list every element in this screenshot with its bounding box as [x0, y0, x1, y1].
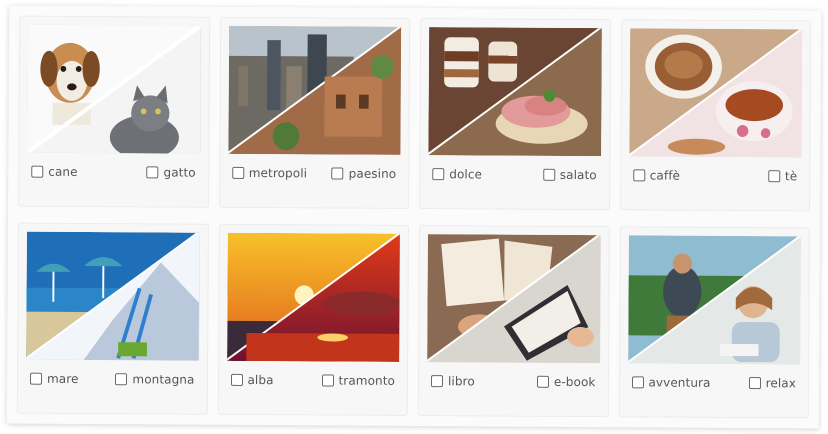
label-libro: libro	[447, 374, 475, 389]
checkbox-libro[interactable]	[430, 375, 444, 388]
option-avventura[interactable]: avventura	[631, 375, 711, 390]
option-mare[interactable]: mare	[29, 371, 79, 386]
checkbox-relax[interactable]	[748, 377, 761, 390]
option-ebook[interactable]: e-book	[536, 374, 596, 390]
label-tramonto: tramonto	[338, 373, 396, 388]
choice-card-avventura-relax: avventura relax	[618, 226, 810, 419]
option-libro[interactable]: libro	[430, 374, 475, 389]
checkbox-metropoli[interactable]	[231, 166, 244, 179]
label-avventura: avventura	[648, 375, 711, 390]
checkbox-montagna[interactable]	[115, 373, 128, 386]
choice-card-cane-gatto: cane gatto	[18, 15, 210, 208]
split-image-metropoli-paesino	[227, 25, 402, 155]
label-cane: cane	[48, 164, 78, 179]
checkbox-dolce[interactable]	[432, 168, 445, 181]
checkbox-te[interactable]	[767, 170, 780, 183]
split-image-libro-ebook	[427, 234, 601, 364]
option-gatto[interactable]: gatto	[146, 165, 196, 180]
option-alba[interactable]: alba	[230, 372, 274, 388]
checkbox-avventura[interactable]	[631, 376, 644, 389]
checkbox-ebook[interactable]	[536, 375, 549, 388]
checkbox-caffe[interactable]	[632, 169, 645, 182]
split-image-avventura-relax	[627, 235, 801, 365]
label-ebook: e-book	[553, 374, 596, 390]
label-alba: alba	[247, 372, 274, 388]
checkbox-paesino[interactable]	[331, 167, 344, 180]
label-caffe: caffè	[649, 168, 681, 183]
option-paesino[interactable]: paesino	[331, 166, 397, 181]
checkbox-tramonto[interactable]	[321, 374, 334, 387]
quiz-sheet: cane gatto metropoli paesino dolce salat…	[6, 5, 822, 429]
choice-grid: cane gatto metropoli paesino dolce salat…	[16, 15, 812, 419]
option-metropoli[interactable]: metropoli	[231, 165, 308, 181]
checkbox-gatto[interactable]	[146, 166, 159, 179]
split-image-caffe-te	[628, 28, 803, 158]
label-te: tè	[784, 169, 798, 184]
label-paesino: paesino	[348, 166, 397, 181]
checkbox-alba[interactable]	[230, 373, 243, 386]
checkbox-cane[interactable]	[31, 165, 44, 178]
label-mare: mare	[46, 371, 79, 386]
choice-card-alba-tramonto: alba tramonto	[217, 223, 409, 416]
label-gatto: gatto	[163, 165, 196, 180]
choice-card-metropoli-paesino: metropoli paesino	[218, 16, 411, 209]
option-relax[interactable]: relax	[748, 376, 797, 391]
label-montagna: montagna	[132, 372, 195, 387]
label-metropoli: metropoli	[248, 165, 308, 181]
split-image-alba-tramonto	[226, 232, 400, 362]
option-tramonto[interactable]: tramonto	[321, 373, 396, 388]
split-image-cane-gatto	[27, 24, 201, 154]
option-salato[interactable]: salato	[542, 167, 597, 183]
label-relax: relax	[765, 376, 797, 391]
option-caffe[interactable]: caffè	[632, 168, 681, 183]
choice-card-caffe-te: caffè tè	[619, 19, 812, 212]
option-dolce[interactable]: dolce	[432, 167, 482, 181]
option-te[interactable]: tè	[767, 169, 798, 184]
split-image-dolce-salato	[428, 27, 602, 157]
option-cane[interactable]: cane	[31, 164, 78, 179]
choice-card-libro-ebook: libro e-book	[417, 225, 610, 418]
option-montagna[interactable]: montagna	[115, 372, 195, 387]
choice-card-dolce-salato: dolce salato	[419, 18, 611, 211]
label-salato: salato	[559, 167, 597, 183]
label-dolce: dolce	[449, 167, 483, 182]
choice-card-mare-montagna: mare montagna	[16, 222, 209, 415]
checkbox-salato[interactable]	[542, 168, 555, 181]
checkbox-mare[interactable]	[29, 372, 43, 385]
split-image-mare-montagna	[26, 231, 200, 361]
